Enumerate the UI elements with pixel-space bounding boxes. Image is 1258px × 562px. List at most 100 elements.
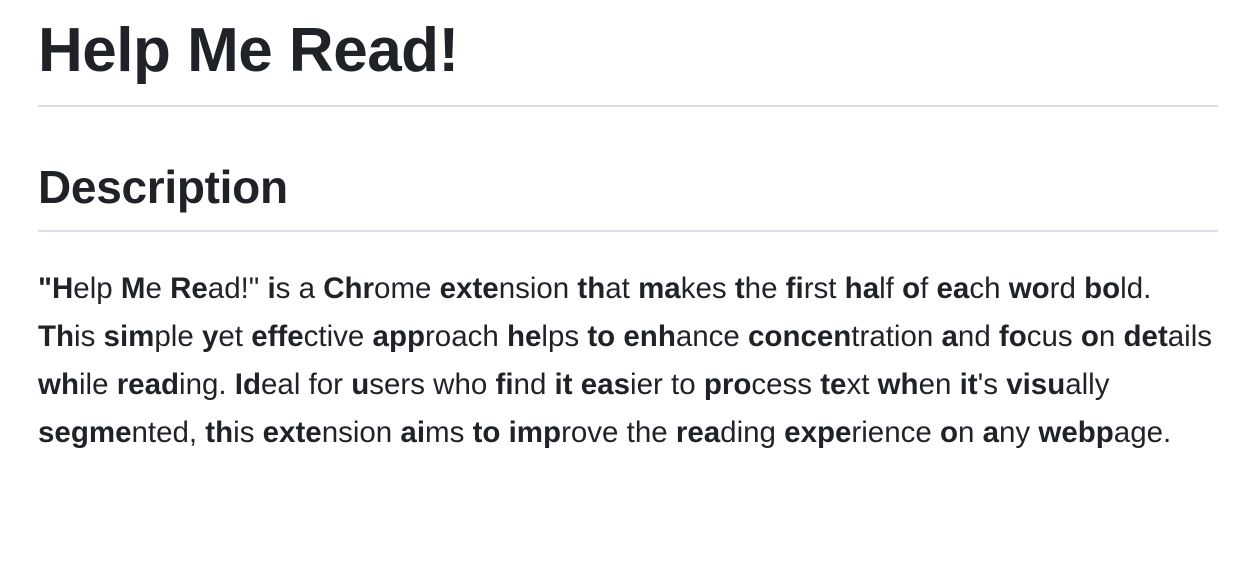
bold-word-prefix: it — [959, 368, 978, 401]
word-rest: who — [433, 368, 496, 401]
word-rest: nd — [513, 368, 555, 401]
word-rest: roach — [424, 320, 507, 353]
word-rest: f — [920, 272, 937, 305]
word-rest: ny — [999, 416, 1039, 449]
bold-word-prefix: webp — [1038, 416, 1114, 449]
bold-word-prefix: bo — [1084, 272, 1121, 305]
bold-word-prefix: he — [506, 320, 542, 353]
word-rest: ad!" — [207, 272, 268, 305]
word-rest: is — [74, 320, 104, 353]
word-rest — [500, 416, 508, 449]
bold-word-prefix: ea — [936, 272, 970, 305]
word-rest: n — [1098, 320, 1124, 353]
bold-word-prefix: Id — [234, 368, 261, 401]
page-title: Help Me Read! — [38, 16, 459, 85]
bold-word-prefix: visu — [1006, 368, 1066, 401]
bold-word-prefix: enh — [623, 320, 676, 353]
bold-word-prefix: sim — [103, 320, 155, 353]
word-rest: rove — [561, 416, 627, 449]
word-rest: he — [744, 272, 786, 305]
bold-word-prefix: wo — [1008, 272, 1050, 305]
bold-word-prefix: y — [201, 320, 219, 353]
bold-word-prefix: Re — [170, 272, 208, 305]
word-rest: cess — [751, 368, 821, 401]
word-rest: at — [605, 272, 639, 305]
word-rest: ctive — [303, 320, 373, 353]
word-rest: et — [218, 320, 252, 353]
word-rest: ing. — [179, 368, 235, 401]
word-rest: to — [671, 368, 704, 401]
bold-word-prefix: Th — [38, 320, 75, 353]
section-heading: Description — [38, 161, 288, 213]
word-rest: nted, — [131, 416, 206, 449]
bold-word-prefix: te — [820, 368, 847, 401]
word-rest: the — [626, 416, 676, 449]
bold-word-prefix: pro — [703, 368, 752, 401]
word-rest: rst — [803, 272, 845, 305]
bold-word-prefix: ai — [400, 416, 426, 449]
bold-word-prefix: th — [577, 272, 606, 305]
word-rest: ier — [630, 368, 671, 401]
bold-word-prefix: expe — [784, 416, 852, 449]
bold-word-prefix: ha — [844, 272, 880, 305]
word-rest: xt — [846, 368, 878, 401]
bold-word-prefix: imp — [508, 416, 562, 449]
bold-word-prefix: i — [267, 272, 276, 305]
word-rest: en — [918, 368, 960, 401]
word-rest: ance — [675, 320, 749, 353]
word-rest: ome — [374, 272, 440, 305]
word-rest: is — [233, 416, 263, 449]
bold-word-prefix: effe — [251, 320, 304, 353]
bold-word-prefix: to — [472, 416, 501, 449]
word-rest: tration — [851, 320, 942, 353]
bold-word-prefix: fi — [785, 272, 804, 305]
word-rest: kes — [680, 272, 735, 305]
word-rest: rd — [1049, 272, 1085, 305]
bold-word-prefix: ma — [638, 272, 681, 305]
bold-word-prefix: u — [351, 368, 370, 401]
bold-word-prefix: th — [205, 416, 234, 449]
bold-word-prefix: fo — [998, 320, 1027, 353]
word-rest — [573, 368, 581, 401]
word-rest: cus — [1026, 320, 1081, 353]
bold-word-prefix: wh — [38, 368, 79, 401]
bold-word-prefix: det — [1123, 320, 1168, 353]
word-rest: eal — [261, 368, 309, 401]
bold-word-prefix: o — [939, 416, 958, 449]
bold-word-prefix: a — [982, 416, 1000, 449]
bold-word-prefix: eas — [580, 368, 631, 401]
bold-word-prefix: t — [734, 272, 745, 305]
word-rest: ch — [969, 272, 1009, 305]
bold-word-prefix: M — [120, 272, 146, 305]
bold-word-prefix: it — [554, 368, 573, 401]
word-rest: s — [275, 272, 299, 305]
bold-word-prefix: read — [116, 368, 180, 401]
bold-word-prefix: a — [941, 320, 958, 353]
word-rest: ms — [425, 416, 473, 449]
bold-word-prefix: o — [1080, 320, 1099, 353]
bold-word-prefix: Chr — [323, 272, 375, 305]
word-rest: age. — [1113, 416, 1172, 449]
bold-word-prefix: concen — [748, 320, 852, 353]
word-rest: ails — [1167, 320, 1213, 353]
bold-word-prefix: fi — [495, 368, 514, 401]
word-rest: e — [145, 272, 171, 305]
word-rest: n — [957, 416, 983, 449]
word-rest: ile — [78, 368, 117, 401]
bold-word-prefix: wh — [877, 368, 919, 401]
word-rest: lps — [541, 320, 588, 353]
bold-word-prefix: exte — [439, 272, 499, 305]
bold-word-prefix: "H — [38, 272, 74, 305]
bold-word-prefix: o — [902, 272, 921, 305]
word-rest: nd — [957, 320, 999, 353]
bold-word-prefix: exte — [262, 416, 322, 449]
word-rest: ally — [1065, 368, 1110, 401]
word-rest: a — [298, 272, 324, 305]
word-rest: rience — [851, 416, 940, 449]
word-rest: 's — [977, 368, 1007, 401]
word-rest: elp — [73, 272, 121, 305]
word-rest: ding — [720, 416, 785, 449]
word-rest: lf — [879, 272, 903, 305]
bold-word-prefix: to — [587, 320, 616, 353]
readme-document: Help Me Read! Description "Help Me Read!… — [0, 0, 1258, 457]
